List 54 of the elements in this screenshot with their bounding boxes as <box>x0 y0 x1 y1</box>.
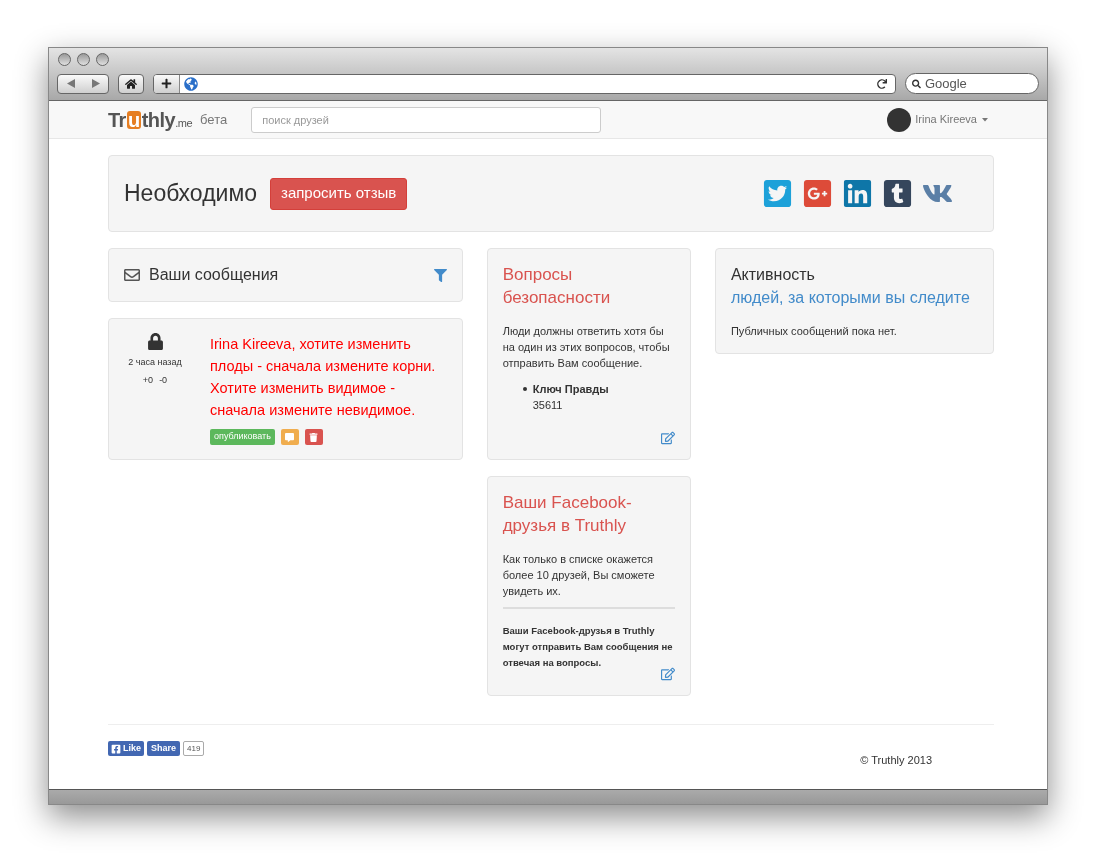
search-input[interactable]: Google <box>924 73 1032 94</box>
trash-icon <box>309 432 319 442</box>
edit-icon[interactable] <box>660 667 675 681</box>
bullet-icon <box>522 387 527 391</box>
envelope-icon <box>124 267 140 283</box>
search-field[interactable]: Google <box>905 73 1039 94</box>
publish-button[interactable]: опубликовать <box>210 429 275 445</box>
card-title: Вопросы безопасности <box>502 264 612 309</box>
home-button[interactable] <box>118 73 144 94</box>
linkedin-icon[interactable] <box>842 178 873 209</box>
card-text: Публичных сообщений пока нет. <box>730 324 898 339</box>
tumblr-icon[interactable] <box>882 178 913 209</box>
globe-icon <box>184 76 198 91</box>
back-forward-button[interactable] <box>57 73 109 94</box>
google-plus-icon[interactable] <box>802 178 833 209</box>
request-feedback-button[interactable]: запросить отзыв <box>270 177 408 210</box>
add-tab-button[interactable] <box>154 74 180 93</box>
question-label: Ключ Правды <box>532 382 610 397</box>
like-button[interactable]: Like <box>108 741 144 756</box>
edit-icon[interactable] <box>660 431 675 445</box>
copyright: © Truthly 2013 <box>860 753 932 768</box>
search-icon <box>912 78 921 89</box>
filter-icon[interactable] <box>433 268 447 282</box>
user-menu[interactable]: Irina Kireeva <box>915 111 988 128</box>
logo[interactable]: Truthly.me <box>108 104 193 135</box>
card-text: Люди должны ответить хотя бы на один из этих вопросов, чтобы отправить Вам сообщение. <box>502 324 671 371</box>
plus-icon <box>161 78 172 89</box>
panel-title: Ваши сообщения <box>149 265 279 285</box>
question-answer: 35611 <box>532 398 564 413</box>
delete-button[interactable] <box>304 429 323 445</box>
card-note: Ваши Facebook-друзья в Truthly могут отправить Вам сообщения не отвечая на вопросы. <box>502 624 674 670</box>
message-time: 2 часа назад <box>128 356 182 369</box>
facebook-icon <box>111 743 121 754</box>
forward-arrow-icon[interactable] <box>91 79 100 88</box>
address-bar[interactable] <box>153 73 896 94</box>
hero-title: Необходимо <box>124 179 257 209</box>
message-text: Irina Kireeva, хотите изменить плоды - сначала измените корни. Хотите изменить видимое - сначала измените невидимое. <box>210 335 437 420</box>
bird-icon[interactable] <box>762 178 793 209</box>
share-button[interactable]: Share <box>147 741 181 756</box>
speech-bubble-icon <box>285 432 295 442</box>
friend-search-field[interactable]: поиск друзей <box>251 106 602 133</box>
avatar <box>887 107 912 132</box>
home-icon <box>125 77 137 90</box>
caret-icon <box>982 117 988 122</box>
beta-label: бета <box>200 110 228 129</box>
card-text: Как только в списке окажется более 10 друзей, Вы сможете увидеть их. <box>502 552 656 599</box>
share-count: 419 <box>183 741 205 756</box>
back-arrow-icon[interactable] <box>66 79 75 88</box>
upvote-count: +0 <box>142 373 154 387</box>
following-link[interactable]: людей, за которыми вы следите <box>730 286 970 309</box>
card-title: Активность <box>730 265 815 285</box>
card-title: Ваши Facebook-друзья в Truthly <box>502 492 633 537</box>
reload-icon[interactable] <box>877 78 887 89</box>
downvote-count: -0 <box>159 373 168 387</box>
